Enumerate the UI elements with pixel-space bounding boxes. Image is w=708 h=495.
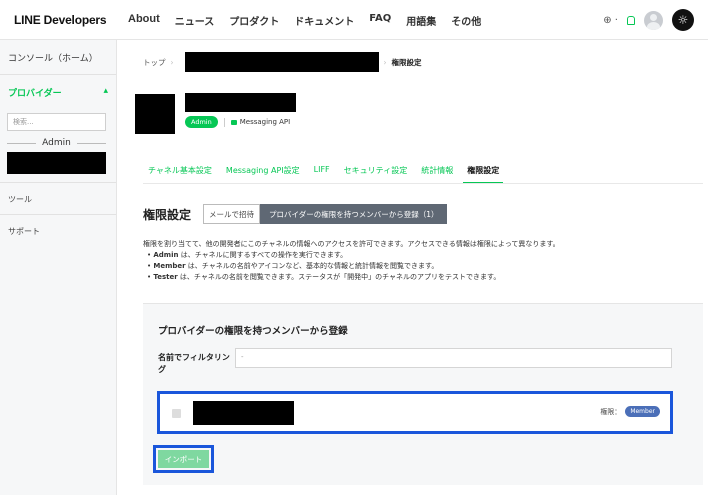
role-item-admin: Admin は、チャネルに関するすべての操作を実行できます。	[147, 250, 703, 261]
register-panel: プロバイダーの権限を持つメンバーから登録 名前でフィルタリング - 権限： Me…	[143, 303, 703, 485]
divider-line	[7, 142, 37, 144]
main-nav: About ニュース プロダクト ドキュメント FAQ 用語集 その他	[128, 13, 496, 28]
nav-news[interactable]: ニュース	[175, 13, 215, 28]
breadcrumb: トップ › › 権限設定	[143, 52, 422, 72]
sidebar-search-input[interactable]: 検索...	[7, 113, 106, 131]
breadcrumb-top[interactable]: トップ	[143, 57, 166, 68]
nav-more[interactable]: その他	[451, 13, 481, 28]
register-from-provider-button[interactable]: プロバイダーの権限を持つメンバーから登録（1）	[260, 204, 448, 224]
channel-icon-redacted	[135, 94, 175, 134]
breadcrumb-current: 権限設定	[391, 57, 422, 67]
permission-label: 権限：	[600, 407, 622, 416]
role-item-member: Member は、チャネルの名前やアイコンなど、基本的な情報と統計情報を閲覧でき…	[147, 261, 703, 272]
header-actions: ⊕ · ☼	[603, 9, 694, 31]
sidebar-provider-redacted[interactable]	[7, 152, 106, 174]
section-title: 権限設定	[143, 208, 192, 222]
divider-line	[76, 142, 106, 144]
nav-docs[interactable]: ドキュメント	[294, 13, 354, 28]
notification-icon[interactable]	[627, 15, 635, 25]
nav-about[interactable]: About	[128, 13, 160, 28]
top-header: LINE Developers About ニュース プロダクト ドキュメント …	[0, 0, 708, 40]
role-badge: Admin	[185, 116, 218, 128]
sidebar-item-tools[interactable]: ツール	[0, 182, 116, 214]
language-globe-icon[interactable]: ⊕ ·	[603, 15, 618, 26]
permission-badge: Member	[625, 406, 660, 417]
role-intro: 権限を割り当てて、他の開発者にこのチャネルの情報へのアクセスを許可できます。アク…	[143, 240, 560, 248]
user-avatar[interactable]	[644, 10, 663, 30]
tab-liff[interactable]: LIFF	[314, 165, 330, 184]
sidebar-item-support[interactable]: サポート	[0, 214, 116, 246]
invite-mode-toggle: メールで招待 プロバイダーの権限を持つメンバーから登録（1）	[203, 204, 448, 224]
line-developers-logo[interactable]: LINE Developers	[14, 13, 107, 27]
nav-glossary[interactable]: 用語集	[406, 13, 436, 28]
filter-name-input[interactable]: -	[235, 348, 672, 368]
import-button-highlight: インポート	[153, 445, 214, 473]
nav-products[interactable]: プロダクト	[229, 13, 279, 28]
tab-statistics[interactable]: 統計情報	[421, 165, 453, 184]
sidebar-provider-label: プロバイダー	[8, 89, 62, 99]
tabs-divider	[143, 183, 703, 184]
invite-by-email-button[interactable]: メールで招待	[203, 204, 260, 224]
messaging-api-icon	[230, 119, 237, 125]
import-button[interactable]: インポート	[158, 450, 209, 468]
sidebar-admin-divider: Admin	[7, 138, 106, 148]
tab-roles[interactable]: 権限設定	[463, 165, 504, 184]
chevron-right-icon: ›	[170, 57, 174, 67]
channel-meta: Admin Messaging API	[185, 116, 290, 128]
role-list: Admin は、チャネルに関するすべての操作を実行できます。 Member は、…	[143, 250, 703, 283]
member-checkbox[interactable]	[172, 409, 181, 418]
channel-tabs: チャネル基本設定 Messaging API設定 LIFF セキュリティ設定 統…	[148, 165, 517, 184]
channel-name-redacted	[185, 93, 296, 112]
divider	[223, 117, 225, 127]
tab-basic-settings[interactable]: チャネル基本設定	[148, 165, 212, 184]
main-content: トップ › › 権限設定 Admin Messaging API チャネル基本設…	[117, 40, 708, 495]
theme-toggle-sun-icon[interactable]: ☼	[672, 9, 694, 31]
tab-messaging-api[interactable]: Messaging API設定	[226, 165, 300, 184]
role-description: 権限を割り当てて、他の開発者にこのチャネルの情報へのアクセスを許可できます。アク…	[143, 239, 703, 283]
breadcrumb-provider-redacted[interactable]	[184, 52, 379, 72]
member-permission: 権限： Member	[600, 406, 660, 417]
member-row[interactable]: 権限： Member	[157, 391, 673, 434]
panel-title: プロバイダーの権限を持つメンバーから登録	[158, 326, 348, 337]
filter-label: 名前でフィルタリング	[158, 353, 230, 374]
tab-security[interactable]: セキュリティ設定	[344, 165, 408, 184]
sidebar-item-console-home[interactable]: コンソール（ホーム）	[0, 40, 116, 75]
sidebar-item-provider[interactable]: プロバイダー ▴	[0, 75, 116, 109]
channel-type: Messaging API	[239, 118, 291, 126]
chevron-up-icon: ▴	[103, 86, 108, 96]
sidebar-admin-label: Admin	[42, 138, 71, 148]
chevron-right-icon: ›	[383, 57, 387, 67]
role-item-tester: Tester は、チャネルの名前を閲覧できます。ステータスが「開発中」のチャネル…	[147, 272, 703, 283]
sidebar: コンソール（ホーム） プロバイダー ▴ 検索... Admin ツール サポート	[0, 40, 117, 495]
sidebar-lower-links: ツール サポート	[0, 182, 116, 246]
nav-faq[interactable]: FAQ	[369, 13, 391, 28]
member-name-redacted	[193, 401, 294, 425]
